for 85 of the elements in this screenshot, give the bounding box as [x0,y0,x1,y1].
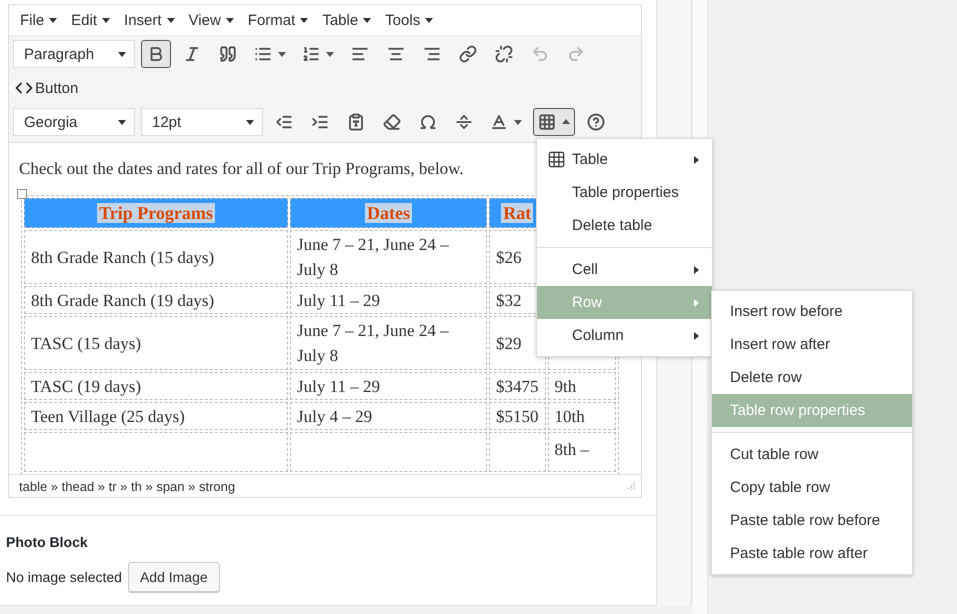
menu-item[interactable]: Table [317,10,376,30]
resize-handle[interactable] [17,189,27,199]
separator-icon [455,113,473,131]
table-cell: 8th Grade Ranch (15 days) [24,230,288,284]
outdent-icon [275,113,293,131]
caret-icon [118,50,126,58]
text-color-icon [490,113,508,131]
table-cell: July 11 – 29 [290,372,487,400]
table-cell: $5150 [489,402,546,430]
menu-item[interactable]: Paste table row before [712,504,912,537]
submenu-arrow-icon [692,332,700,340]
table-cell: June 7 – 21, June 24 – July 8 [290,316,487,370]
help-icon [587,113,605,131]
menu-item[interactable]: Delete row [712,361,912,394]
link-icon [459,45,477,63]
table-header-cell: Dates [290,198,487,228]
undo-icon [531,45,549,63]
eraser-icon [383,113,401,131]
button-insert-button[interactable]: Button [13,74,80,102]
menu-item[interactable]: Insert [119,10,180,30]
table-cell: TASC (15 days) [24,316,288,370]
menu-item[interactable]: Insert row before [712,295,912,328]
caret-icon [118,118,126,126]
table-cell: Teen Village (25 days) [24,402,288,430]
clipboard-icon [347,113,365,131]
table-cell: 8th – [548,432,616,472]
italic-icon [183,45,201,63]
align-right-icon [423,45,441,63]
menu-item[interactable]: Format [242,10,314,30]
menu-item[interactable]: Tools [380,10,438,30]
quote-icon [219,45,237,63]
indent-icon [311,113,329,131]
dropdown[interactable]: Paragraph [13,40,135,68]
menu-item[interactable]: Edit [66,10,116,30]
menu-item[interactable]: View [184,10,239,30]
table-cell: TASC (19 days) [24,372,288,400]
table-cell: July 4 – 29 [290,402,487,430]
status-text: No image selected [6,569,122,585]
bulleted-list-icon [254,45,272,63]
table-cell: 10th [548,402,616,430]
table-button[interactable] [533,108,575,136]
dropdown[interactable]: Georgia [13,108,135,136]
table-header-cell: Trip Programs [24,198,288,228]
menu-item[interactable]: Cut table row [712,438,912,471]
caret-icon [562,118,570,126]
submenu-arrow-icon [692,156,700,164]
align-center-icon [387,45,405,63]
caret-icon [49,16,58,24]
paragraph: Check out the dates and rates for all of our Trip Programs, below. [19,159,464,179]
caret-icon [326,50,334,58]
dropdown[interactable]: 12pt [141,108,263,136]
table-cell [489,432,546,472]
table-cell: June 7 – 21, June 24 – July 8 [290,230,487,284]
unlink-icon [495,45,513,63]
menu-item[interactable]: Copy table row [712,471,912,504]
caret-icon [278,50,286,58]
caret-icon [166,16,175,24]
table-cell: $3475 [489,372,546,400]
caret-icon [425,16,434,24]
omega-icon [419,113,437,131]
numbered-list-icon [302,45,320,63]
table-cell: 8th Grade Ranch (19 days) [24,286,288,314]
caret-icon [102,16,110,24]
submenu-arrow-icon [692,298,700,306]
menu-item[interactable]: Table [537,143,712,176]
element-path: table » thead » tr » th » span » strong [19,478,236,494]
section-title: Photo Block [6,534,89,550]
table-icon [547,150,566,169]
bold-button[interactable] [141,40,171,68]
caret-icon [363,16,372,24]
menu-item[interactable]: Insert row after [712,328,912,361]
caret-icon [226,16,234,24]
add-image-button[interactable]: Add Image [128,562,220,592]
resize-grip-icon[interactable] [625,481,635,491]
caret-icon [246,118,254,126]
table-cell: 9th [548,372,616,400]
redo-icon [567,45,585,63]
caret-icon [300,16,308,24]
table-icon [538,113,556,131]
table-cell: July 11 – 29 [290,286,487,314]
caret-icon [514,118,522,126]
align-left-icon [351,45,369,63]
menu-item[interactable]: File [15,10,62,30]
submenu-arrow-icon [692,266,700,274]
menu-item[interactable]: Paste table row after [712,537,912,570]
